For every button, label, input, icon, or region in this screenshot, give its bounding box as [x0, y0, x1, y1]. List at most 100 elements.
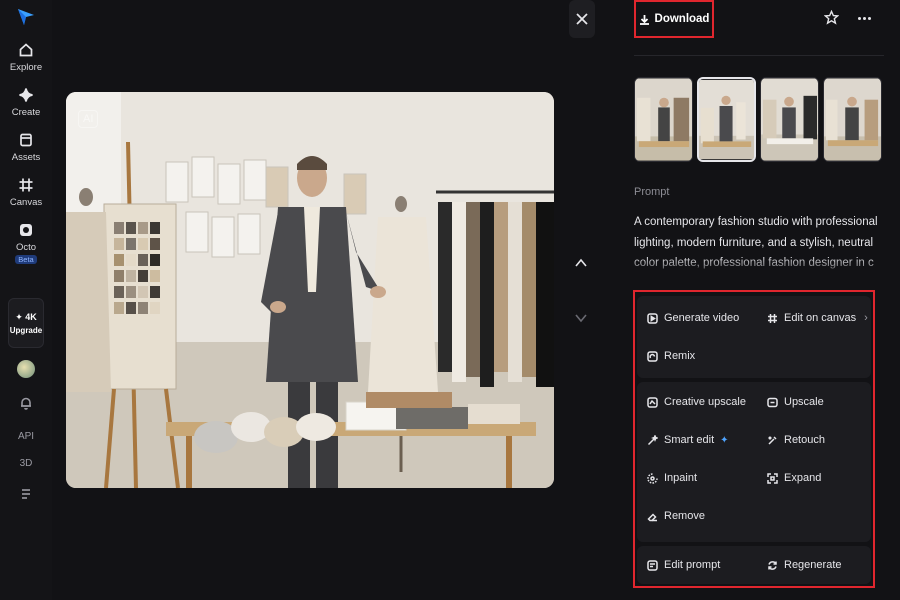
actions-group-primary: Generate video Edit on canvas › Remix	[637, 296, 871, 378]
expand-button[interactable]: Expand	[767, 472, 821, 484]
actions-menu: Generate video Edit on canvas › Remix Cr…	[633, 290, 875, 588]
fashion-studio-illustration	[66, 92, 554, 488]
retouch-button[interactable]: Retouch	[767, 434, 825, 446]
inpaint-icon	[647, 472, 658, 484]
thumbnail-image	[761, 78, 818, 161]
expand-icon	[767, 472, 778, 484]
download-label: Download	[654, 13, 710, 25]
app-root: Explore Create Assets Canvas Octo Beta ✦…	[0, 0, 900, 600]
action-label: Smart edit	[664, 434, 715, 446]
menu-icon	[22, 489, 30, 499]
thumbnail-3[interactable]	[760, 77, 819, 162]
remix-button[interactable]: Remix	[647, 350, 695, 362]
sidebar-item-label: Assets	[11, 152, 41, 163]
sidebar-item-assets[interactable]: Assets	[0, 132, 52, 163]
sidebar-item-octo[interactable]: Octo Beta	[0, 222, 52, 264]
smart-edit-button[interactable]: Smart edit ✦	[647, 434, 729, 446]
magic-wand-icon	[647, 434, 658, 445]
more-dot	[867, 16, 871, 20]
details-panel: Download Prompt A contemporary fashion s…	[618, 0, 900, 600]
api-link[interactable]: API	[18, 431, 34, 442]
more-options-button[interactable]	[856, 10, 872, 26]
close-icon	[576, 13, 588, 25]
grid-icon	[768, 313, 777, 323]
action-label: Remove	[664, 510, 705, 522]
video-icon	[647, 312, 658, 324]
bell-icon	[21, 397, 31, 410]
actions-group-prompt: Edit prompt Regenerate	[637, 546, 871, 584]
prompt-fade	[634, 256, 880, 276]
variant-thumbnails	[634, 77, 882, 162]
thumbnail-2-selected[interactable]	[697, 77, 756, 162]
thumbnail-image	[824, 78, 881, 161]
creative-upscale-button[interactable]: Creative upscale	[647, 396, 746, 408]
eraser-icon	[647, 512, 657, 521]
action-label: Edit prompt	[664, 559, 721, 571]
upscale-button[interactable]: Upscale	[767, 396, 824, 408]
sidebar-item-explore[interactable]: Explore	[0, 42, 52, 73]
sidebar: Explore Create Assets Canvas Octo Beta ✦…	[0, 0, 52, 600]
sidebar-item-canvas[interactable]: Canvas	[0, 177, 52, 208]
sidebar-item-label: Create	[11, 107, 41, 118]
action-label: Upscale	[784, 396, 824, 408]
upgrade-tier: ✦ 4K	[15, 311, 37, 322]
next-image-button[interactable]	[574, 311, 588, 325]
upgrade-button[interactable]: ✦ 4K Upgrade	[8, 298, 44, 348]
actions-group-edit: Creative upscale Upscale Smart edit ✦ Re…	[637, 382, 871, 542]
action-label: Creative upscale	[664, 396, 746, 408]
upscale-icon	[767, 397, 778, 407]
regenerate-button[interactable]: Regenerate	[767, 559, 842, 571]
ai-watermark: AI	[78, 110, 99, 128]
avatar[interactable]	[17, 360, 35, 378]
folder-icon	[20, 133, 32, 147]
inpaint-button[interactable]: Inpaint	[647, 472, 697, 484]
sidebar-item-label: Explore	[9, 62, 43, 73]
prompt-label: Prompt	[634, 186, 670, 198]
action-label: Retouch	[784, 434, 825, 446]
sidebar-item-label: Canvas	[9, 197, 43, 208]
edit-on-canvas-button[interactable]: Edit on canvas ›	[767, 312, 868, 324]
image-viewer: AI	[52, 0, 612, 600]
octo-icon	[20, 224, 32, 236]
sidebar-item-create[interactable]: Create	[0, 87, 52, 118]
more-dot	[857, 16, 861, 20]
action-label: Regenerate	[784, 559, 842, 571]
thumbnail-image	[699, 79, 754, 160]
generated-image[interactable]: AI	[66, 92, 554, 488]
notifications-button[interactable]	[19, 396, 33, 415]
action-label: Generate video	[664, 312, 740, 324]
sparkle-icon: ✦	[720, 434, 729, 446]
retouch-icon	[768, 435, 777, 445]
app-logo-icon[interactable]	[15, 6, 37, 28]
generate-video-button[interactable]: Generate video	[647, 312, 739, 324]
panel-topbar: Download	[634, 0, 884, 56]
remove-button[interactable]: Remove	[647, 510, 705, 522]
sparkle-icon	[19, 88, 33, 102]
action-label: Expand	[784, 472, 822, 484]
chevron-down-icon	[575, 314, 587, 323]
refresh-icon	[768, 560, 777, 570]
3d-link[interactable]: 3D	[20, 458, 33, 469]
home-icon	[19, 43, 33, 57]
upgrade-label: Upgrade	[9, 325, 43, 335]
previous-image-button[interactable]	[574, 256, 588, 270]
edit-prompt-button[interactable]: Edit prompt	[647, 559, 720, 571]
action-label: Edit on canvas	[784, 312, 857, 324]
thumbnail-image	[635, 78, 692, 161]
creative-upscale-icon	[647, 396, 658, 408]
download-button[interactable]: Download	[634, 0, 714, 38]
remix-icon	[647, 350, 658, 362]
edit-prompt-icon	[647, 559, 658, 571]
thumbnail-1[interactable]	[634, 77, 693, 162]
thumbnail-4[interactable]	[823, 77, 882, 162]
chevron-right-icon: ›	[864, 312, 868, 324]
grid-icon	[19, 178, 33, 192]
action-label: Remix	[664, 350, 696, 362]
close-button[interactable]	[569, 0, 595, 38]
star-icon	[823, 9, 840, 25]
menu-button[interactable]	[19, 487, 33, 506]
download-icon	[639, 14, 649, 25]
chevron-up-icon	[575, 258, 587, 267]
favorite-button[interactable]	[823, 9, 840, 26]
more-dot	[862, 16, 866, 20]
